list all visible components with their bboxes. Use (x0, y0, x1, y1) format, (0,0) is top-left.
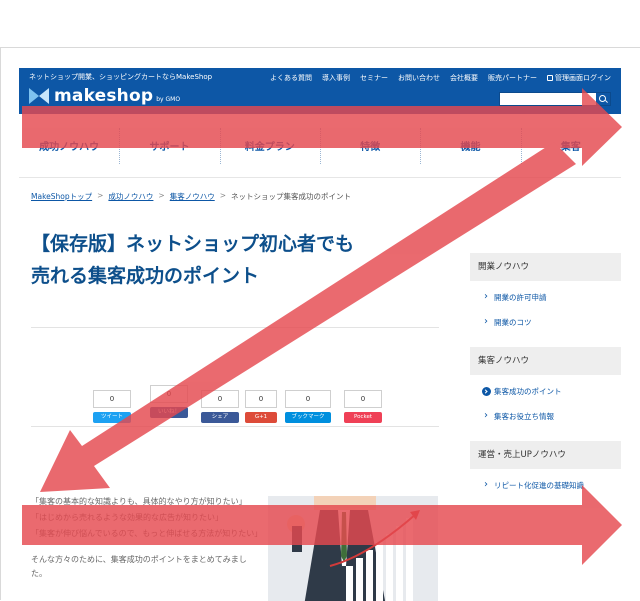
breadcrumb-link-top[interactable]: MakeShopトップ (31, 191, 92, 202)
breadcrumb: MakeShopトップ > 成功ノウハウ > 集客ノウハウ > ネットショップ集… (31, 191, 351, 202)
pocket-button[interactable]: Pocket (344, 412, 382, 423)
logo-sub: by GMO (156, 96, 181, 103)
admin-login-label: 管理画面ログイン (555, 74, 611, 82)
admin-login-link[interactable]: 管理画面ログイン (547, 73, 611, 83)
global-nav: 成功ノウハウ サポート 料金プラン 特徴 機能 集客 (19, 114, 621, 178)
nav-item-pricing[interactable]: 料金プラン (219, 114, 320, 177)
top-link-faq[interactable]: よくある質問 (270, 73, 312, 83)
intro-line: 「集客が伸び悩んでいるので、もっと伸ばせる方法が知りたい」 (31, 529, 263, 538)
sidebar-item-permit[interactable]: 開業の許可申請 (482, 291, 621, 304)
share-twitter[interactable]: 0 ツイート (93, 390, 131, 423)
google-plus-button[interactable]: G+1 (245, 412, 277, 423)
nav-item-marketing[interactable]: 集客 (520, 114, 621, 177)
breadcrumb-separator: > (219, 191, 227, 200)
sidebar: 開業ノウハウ 開業の許可申請 開業のコツ 集客ノウハウ 集客成功のポイント 集客… (470, 253, 621, 601)
breadcrumb-link-knowhow[interactable]: 成功ノウハウ (108, 191, 153, 202)
sidebar-list-startup: 開業の許可申請 開業のコツ (470, 281, 621, 347)
share-facebook-like[interactable]: 0 いいね！ (150, 385, 188, 418)
webpage: ネットショップ開業、ショッピングカートならMakeShop makeshop b… (19, 68, 621, 601)
article-hero-image (268, 496, 438, 601)
top-links: よくある質問 導入事例 セミナー お問い合わせ 会社概要 販売パートナー 管理画… (270, 73, 611, 83)
breadcrumb-separator: > (158, 191, 165, 200)
intro-closing: そんな方々のために、集客成功のポイントをまとめてみました。 (31, 555, 247, 578)
share-count: 0 (150, 385, 188, 403)
sidebar-heading-marketing[interactable]: 集客ノウハウ (470, 347, 621, 375)
tweet-button[interactable]: ツイート (93, 412, 131, 423)
sidebar-heading-startup[interactable]: 開業ノウハウ (470, 253, 621, 281)
like-button[interactable]: いいね！ (150, 407, 188, 418)
top-link-company[interactable]: 会社概要 (450, 73, 478, 83)
share-hatena[interactable]: 0 ブックマーク (285, 390, 331, 423)
screenshot-frame: ネットショップ開業、ショッピングカートならMakeShop makeshop b… (0, 47, 640, 601)
facebook-share-button[interactable]: シェア (201, 412, 239, 423)
header-tagline: ネットショップ開業、ショッピングカートならMakeShop (29, 73, 213, 81)
breadcrumb-separator: > (97, 191, 104, 200)
share-divider (31, 426, 439, 427)
sidebar-item-repeat[interactable]: リピート化促進の基礎知識 (482, 479, 621, 492)
lock-icon (547, 75, 553, 81)
bookmark-button[interactable]: ブックマーク (285, 412, 331, 423)
nav-item-functions[interactable]: 機能 (420, 114, 520, 177)
top-link-cases[interactable]: 導入事例 (322, 73, 350, 83)
nav-item-support[interactable]: サポート (119, 114, 219, 177)
sidebar-item-marketing-points[interactable]: 集客成功のポイント (482, 385, 621, 398)
share-count: 0 (245, 390, 277, 408)
intro-line: 「はじめから売れるような効果的な広告が知りたい」 (31, 513, 223, 522)
page-title-line-1: 【保存版】ネットショップ初心者でも (31, 233, 355, 255)
share-count: 0 (344, 390, 382, 408)
share-count: 0 (285, 390, 331, 408)
search-icon[interactable] (596, 93, 610, 105)
nav-item-features[interactable]: 特徴 (319, 114, 420, 177)
top-link-contact[interactable]: お問い合わせ (398, 73, 440, 83)
page-title: 【保存版】ネットショップ初心者でも 売れる集客成功のポイント (31, 228, 451, 292)
sidebar-list-marketing: 集客成功のポイント 集客お役立ち情報 (470, 375, 621, 441)
makeshop-logo[interactable]: makeshop by GMO (29, 84, 181, 106)
site-header: ネットショップ開業、ショッピングカートならMakeShop makeshop b… (19, 68, 621, 114)
title-divider (31, 327, 439, 328)
nav-item-knowhow[interactable]: 成功ノウハウ (19, 114, 119, 177)
top-link-partner[interactable]: 販売パートナー (488, 73, 537, 83)
logo-mark-icon (29, 88, 49, 104)
sidebar-item-tips[interactable]: 開業のコツ (482, 316, 621, 329)
top-link-seminar[interactable]: セミナー (360, 73, 388, 83)
sidebar-heading-operations[interactable]: 運営・売上UPノウハウ (470, 441, 621, 469)
intro-line: 「集客の基本的な知識よりも、具体的なやり方が知りたい」 (31, 497, 247, 506)
share-count: 0 (201, 390, 239, 408)
sidebar-list-operations: リピート化促進の基礎知識 (470, 469, 621, 510)
share-pocket[interactable]: 0 Pocket (344, 390, 382, 423)
page-title-line-2: 売れる集客成功のポイント (31, 265, 260, 287)
share-google[interactable]: 0 G+1 (245, 390, 277, 423)
share-count: 0 (93, 390, 131, 408)
sidebar-item-marketing-info[interactable]: 集客お役立ち情報 (482, 410, 621, 423)
search-input[interactable] (499, 92, 611, 106)
businessman-growth-chart-illustration (268, 496, 438, 601)
breadcrumb-link-marketing[interactable]: 集客ノウハウ (170, 191, 215, 202)
breadcrumb-current: ネットショップ集客成功のポイント (231, 192, 352, 201)
logo-text: makeshop (54, 86, 154, 106)
share-facebook[interactable]: 0 シェア (201, 390, 239, 423)
article-intro: 「集客の基本的な知識よりも、具体的なやり方が知りたい」 「はじめから売れるような… (31, 495, 263, 583)
